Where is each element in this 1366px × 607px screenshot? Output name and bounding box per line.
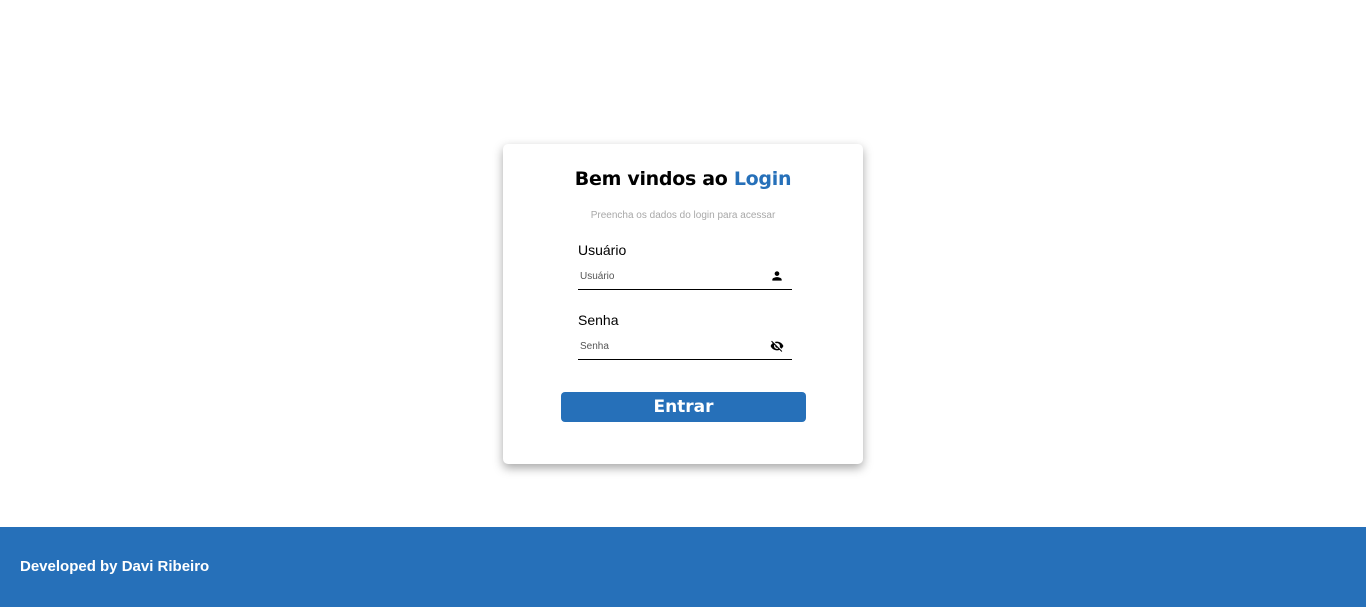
page: Bem vindos ao Login Preencha os dados do… <box>0 0 1366 607</box>
password-input[interactable] <box>578 335 765 357</box>
password-label: Senha <box>578 312 619 328</box>
eye-off-icon[interactable] <box>770 339 784 353</box>
login-subtitle: Preencha os dados do login para acessar <box>590 210 776 221</box>
password-input-row <box>578 335 792 360</box>
submit-button[interactable]: Entrar <box>561 392 806 422</box>
person-icon <box>772 271 782 281</box>
password-field-group: Senha <box>578 311 792 360</box>
login-card: Bem vindos ao Login Preencha os dados do… <box>503 144 863 464</box>
username-input[interactable] <box>578 265 765 287</box>
login-title-accent: Login <box>733 168 792 190</box>
login-title-prefix: Bem vindos ao <box>574 168 734 190</box>
footer: Developed by Davi Ribeiro <box>0 527 1366 607</box>
login-title: Bem vindos ao Login <box>503 168 863 190</box>
username-input-row <box>578 265 792 290</box>
footer-credit: Developed by Davi Ribeiro <box>20 558 210 575</box>
username-field-group: Usuário <box>578 241 792 290</box>
username-label: Usuário <box>578 242 627 258</box>
